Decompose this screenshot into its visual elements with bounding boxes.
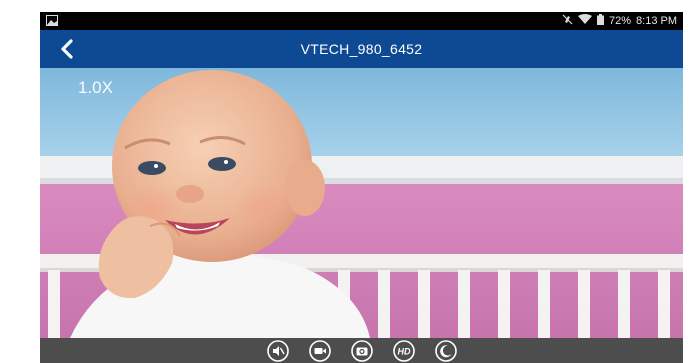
- camera-title: VTECH_980_6452: [300, 41, 423, 57]
- app-header: VTECH_980_6452: [40, 30, 683, 68]
- back-chevron-icon: [61, 39, 73, 59]
- snapshot-button[interactable]: [350, 339, 374, 362]
- gallery-icon: [46, 15, 58, 26]
- hd-icon: HD: [392, 339, 415, 362]
- video-camera-icon: [308, 339, 331, 362]
- hd-toggle-button[interactable]: HD: [392, 339, 416, 362]
- record-video-button[interactable]: [308, 339, 332, 362]
- night-mode-button[interactable]: [434, 339, 458, 362]
- baby-photo: [40, 68, 683, 338]
- status-bar: 72% 8:13 PM: [40, 12, 683, 30]
- camera-feed[interactable]: 1.0X: [40, 68, 683, 338]
- mute-speaker-button[interactable]: [266, 339, 290, 362]
- photo-camera-icon: [350, 339, 373, 362]
- battery-percent: 72%: [609, 15, 632, 27]
- back-button[interactable]: [54, 35, 82, 63]
- battery-icon: [597, 14, 604, 28]
- mute-icon: [562, 14, 573, 28]
- zoom-level: 1.0X: [78, 78, 113, 97]
- hd-label: HD: [397, 346, 410, 356]
- wifi-icon: [578, 14, 592, 28]
- device-screen: 72% 8:13 PM VTECH_980_6452 1.0X HD: [40, 12, 683, 363]
- moon-icon: [434, 339, 457, 362]
- speaker-mute-icon: [266, 339, 289, 362]
- control-bar: HD: [40, 338, 683, 363]
- status-time: 8:13 PM: [636, 15, 677, 27]
